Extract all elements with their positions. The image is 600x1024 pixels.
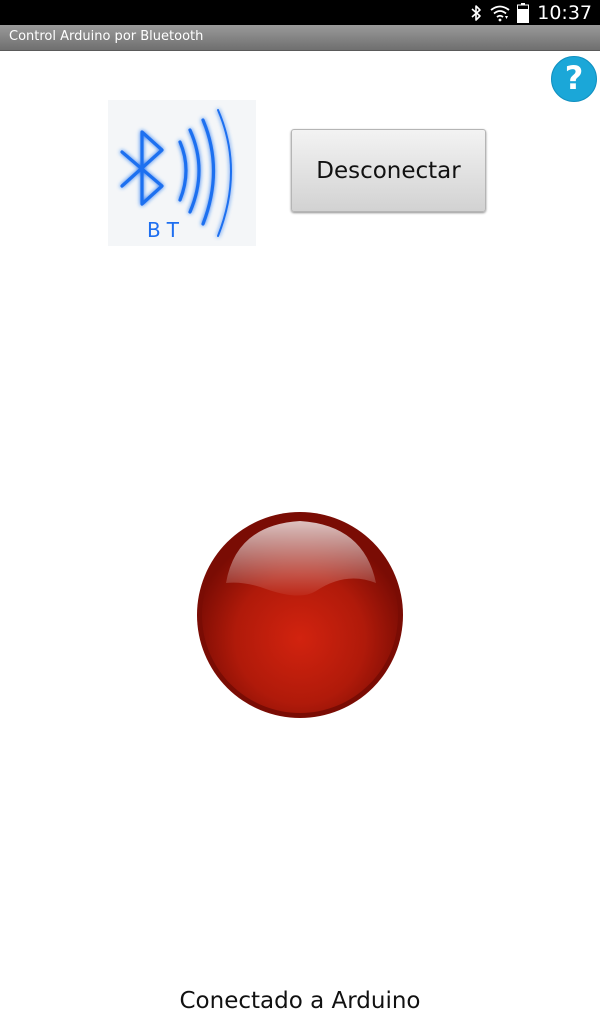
- wifi-icon: [489, 4, 511, 22]
- app-title-bar: Control Arduino por Bluetooth: [0, 25, 600, 51]
- led-toggle-button[interactable]: [196, 511, 404, 719]
- help-icon: ?: [564, 59, 584, 97]
- status-bar: 10:37: [0, 0, 600, 25]
- connection-status-text: Conectado a Arduino: [179, 988, 421, 1014]
- battery-icon: [517, 2, 530, 23]
- status-time: 10:37: [537, 1, 592, 24]
- bluetooth-logo: BT: [108, 100, 256, 246]
- bt-logo-text: BT: [147, 218, 185, 242]
- disconnect-button[interactable]: Desconectar: [291, 129, 486, 212]
- help-button[interactable]: ?: [551, 56, 597, 102]
- app-title: Control Arduino por Bluetooth: [9, 29, 204, 44]
- status-icons: 10:37: [469, 0, 592, 25]
- bluetooth-icon: [469, 4, 483, 22]
- bluetooth-icon: BT: [120, 109, 232, 242]
